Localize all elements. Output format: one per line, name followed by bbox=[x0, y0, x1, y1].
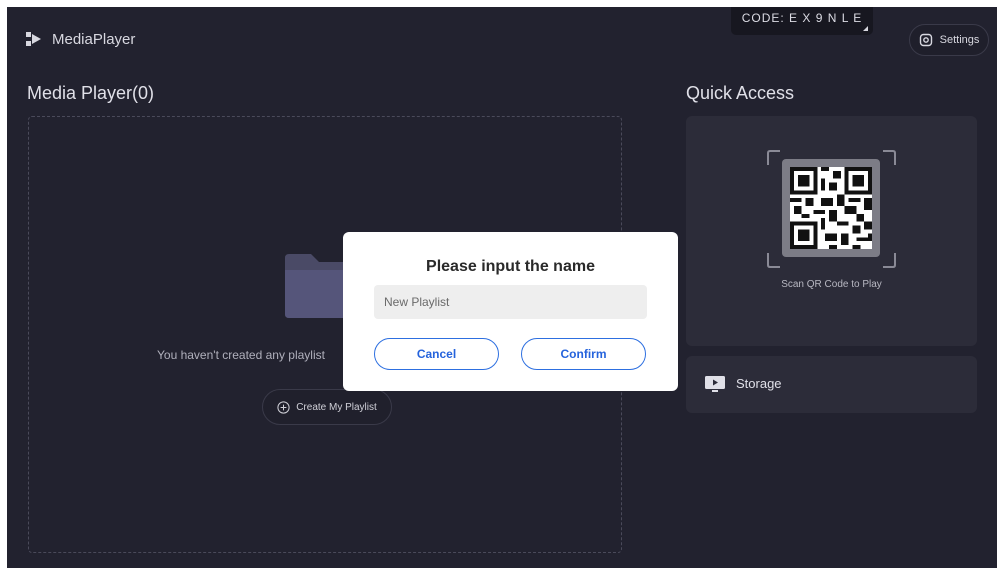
settings-button[interactable]: Settings bbox=[909, 24, 989, 56]
storage-label: Storage bbox=[736, 376, 782, 391]
media-player-title: Media Player(0) bbox=[27, 83, 155, 103]
settings-label: Settings bbox=[939, 34, 980, 46]
corner-marker-icon bbox=[863, 26, 868, 31]
create-playlist-label: Create My Playlist bbox=[296, 401, 377, 413]
plus-circle-icon bbox=[277, 400, 290, 414]
app-screen: MediaPlayer CODE: E X 9 N L E Settings M… bbox=[7, 7, 997, 568]
name-input-dialog: Please input the name Cancel Confirm bbox=[343, 232, 678, 391]
settings-icon bbox=[919, 33, 932, 47]
qr-access-card[interactable]: Scan QR Code to Play bbox=[686, 116, 977, 346]
cancel-button[interactable]: Cancel bbox=[374, 338, 499, 370]
app-title: MediaPlayer bbox=[52, 31, 136, 48]
dialog-title: Please input the name bbox=[426, 258, 595, 275]
qr-caption: Scan QR Code to Play bbox=[781, 279, 882, 290]
storage-monitor-icon bbox=[705, 376, 725, 392]
confirm-button[interactable]: Confirm bbox=[521, 338, 646, 370]
app-logo-icon bbox=[26, 32, 41, 46]
device-code-badge: CODE: E X 9 N L E bbox=[731, 7, 873, 35]
quick-access-title: Quick Access bbox=[686, 83, 795, 103]
playlist-name-input[interactable] bbox=[374, 285, 647, 319]
create-playlist-button[interactable]: Create My Playlist bbox=[262, 389, 392, 425]
storage-card[interactable]: Storage bbox=[686, 356, 977, 413]
qr-code-icon bbox=[790, 167, 872, 249]
empty-playlist-message: You haven't created any playlist bbox=[157, 348, 325, 362]
device-code-text: CODE: E X 9 N L E bbox=[741, 11, 863, 25]
